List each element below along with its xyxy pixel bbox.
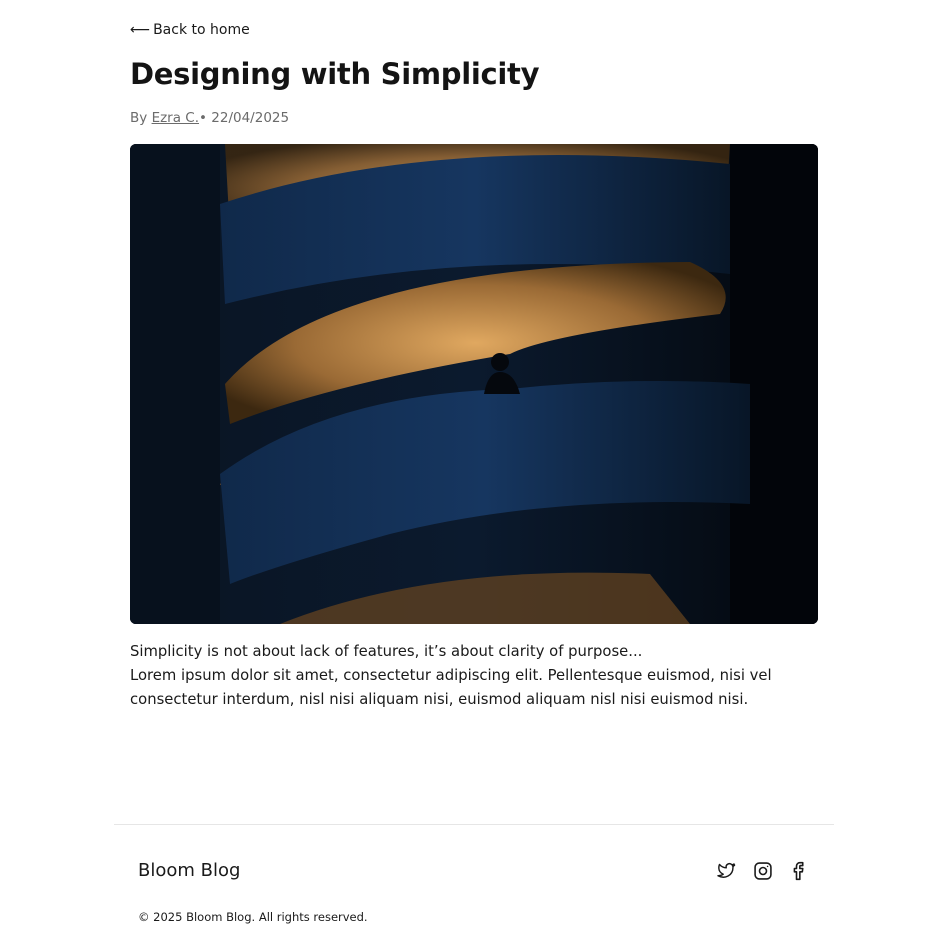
body-paragraph-intro: Simplicity is not about lack of features…	[130, 643, 643, 660]
copyright-text: © 2025 Bloom Blog. All rights reserved.	[138, 910, 368, 924]
back-to-home-link[interactable]: ⟵ Back to home	[130, 21, 250, 39]
hero-image	[130, 144, 818, 624]
footer-divider	[114, 824, 834, 825]
by-label: By	[130, 110, 148, 126]
twitter-icon[interactable]	[716, 859, 738, 883]
social-links	[716, 859, 810, 883]
meta-separator: •	[199, 110, 207, 126]
body-paragraph-lorem: Lorem ipsum dolor sit amet, consectetur …	[130, 667, 772, 708]
author-link[interactable]: Ezra C.	[152, 110, 199, 126]
footer-brand: Bloom Blog	[138, 860, 241, 881]
facebook-icon[interactable]	[788, 859, 810, 883]
post-meta: By Ezra C.• 22/04/2025	[130, 109, 289, 127]
post-title: Designing with Simplicity	[130, 57, 540, 91]
arrow-left-icon: ⟵	[130, 22, 151, 38]
post-body: Simplicity is not about lack of features…	[130, 640, 818, 712]
post-date: 22/04/2025	[211, 110, 290, 126]
instagram-icon[interactable]	[752, 859, 774, 883]
back-to-home-label: Back to home	[153, 22, 250, 38]
